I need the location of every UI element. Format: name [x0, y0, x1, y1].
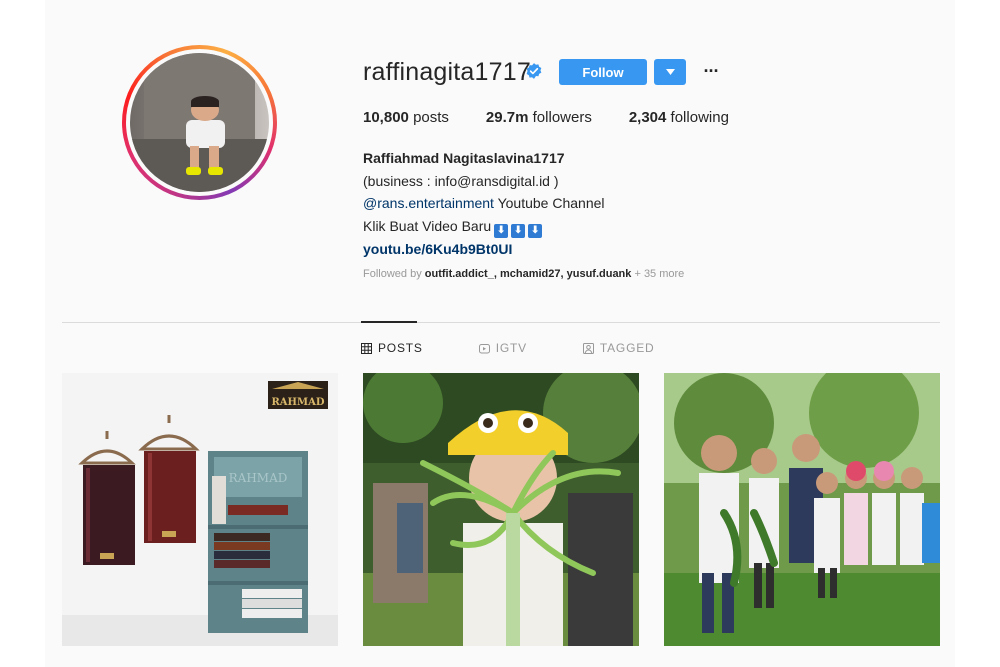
followed-by-prefix: Followed by	[363, 268, 425, 280]
followers-stat[interactable]: 29.7m followers	[486, 109, 592, 126]
active-tab-indicator	[361, 321, 417, 323]
posts-label: posts	[413, 109, 449, 126]
post-thumbnail[interactable]: RAHMAD RAHMAD	[62, 373, 338, 646]
bio-video-text: Klik Buat Video Baru	[363, 217, 492, 234]
brand-logo-text: RAHMAD	[271, 397, 324, 408]
verified-badge-icon	[526, 63, 542, 79]
profile-bio: Raffiahmad Nagitaslavina1717 (business :…	[363, 147, 605, 260]
profile-tabs: POSTS IGTV TAGGED	[361, 341, 710, 355]
bio-line-channel: @rans.entertainment Youtube Channel	[363, 192, 605, 215]
bio-line-business: (business : info@ransdigital.id )	[363, 172, 559, 189]
tabs-divider	[62, 322, 940, 323]
down-arrow-emoji-icon: ⬇	[528, 223, 543, 238]
tab-igtv-label: IGTV	[495, 341, 527, 355]
profile-avatar[interactable]	[122, 45, 277, 200]
tab-igtv[interactable]: IGTV	[478, 341, 527, 355]
post-image: RAHMAD RAHMAD	[62, 373, 338, 646]
brand-shelf-text: RAHMAD	[229, 471, 288, 485]
post-image	[363, 373, 639, 646]
profile-stats: 10,800 posts 29.7m followers 2,304 follo…	[363, 109, 766, 126]
bio-channel-text: Youtube Channel	[493, 195, 605, 211]
followers-label: followers	[532, 109, 592, 126]
mention-link[interactable]: @rans.entertainment	[363, 195, 494, 211]
followed-by[interactable]: Followed by outfit.addict_, mchamid27, y…	[363, 268, 684, 280]
tab-posts[interactable]: POSTS	[361, 341, 423, 355]
igtv-icon	[478, 343, 490, 353]
post-thumbnail[interactable]	[664, 373, 940, 646]
follow-button[interactable]: Follow	[559, 59, 647, 85]
avatar-photo	[130, 53, 269, 192]
tagged-icon	[582, 342, 594, 354]
profile-page: raffinagita1717 Follow ··· 10,800 posts …	[45, 0, 955, 667]
post-thumbnail[interactable]	[363, 373, 639, 646]
following-label: following	[670, 109, 729, 126]
caret-down-icon	[665, 69, 675, 75]
tab-tagged[interactable]: TAGGED	[582, 341, 655, 355]
follower-username: outfit.addict_	[424, 268, 494, 280]
followed-by-suffix: + 35 more	[631, 268, 685, 280]
tab-posts-label: POSTS	[378, 341, 423, 355]
ellipsis-icon: ···	[703, 60, 720, 81]
more-options-button[interactable]: ···	[699, 58, 723, 84]
followers-count: 29.7m	[485, 109, 529, 126]
tab-tagged-label: TAGGED	[599, 341, 655, 355]
follower-username: yusuf.duank	[566, 268, 632, 280]
down-arrow-emoji-icon: ⬇	[494, 223, 509, 238]
full-name: Raffiahmad Nagitaslavina1717	[363, 150, 565, 166]
following-stat[interactable]: 2,304 following	[629, 109, 729, 126]
posts-stat: 10,800 posts	[363, 109, 449, 126]
grid-icon	[361, 342, 372, 354]
follower-username: mchamid27	[499, 268, 561, 280]
suggestions-dropdown-button[interactable]	[654, 59, 686, 85]
following-count: 2,304	[628, 109, 667, 126]
bio-line-video: Klik Buat Video Baru ⬇ ⬇ ⬇	[363, 215, 605, 238]
post-image	[664, 373, 940, 646]
profile-username: raffinagita1717	[363, 58, 531, 86]
website-link[interactable]: youtu.be/6Ku4b9Bt0UI	[363, 238, 605, 261]
posts-count: 10,800	[363, 109, 409, 126]
down-arrow-emoji-icon: ⬇	[511, 223, 526, 238]
